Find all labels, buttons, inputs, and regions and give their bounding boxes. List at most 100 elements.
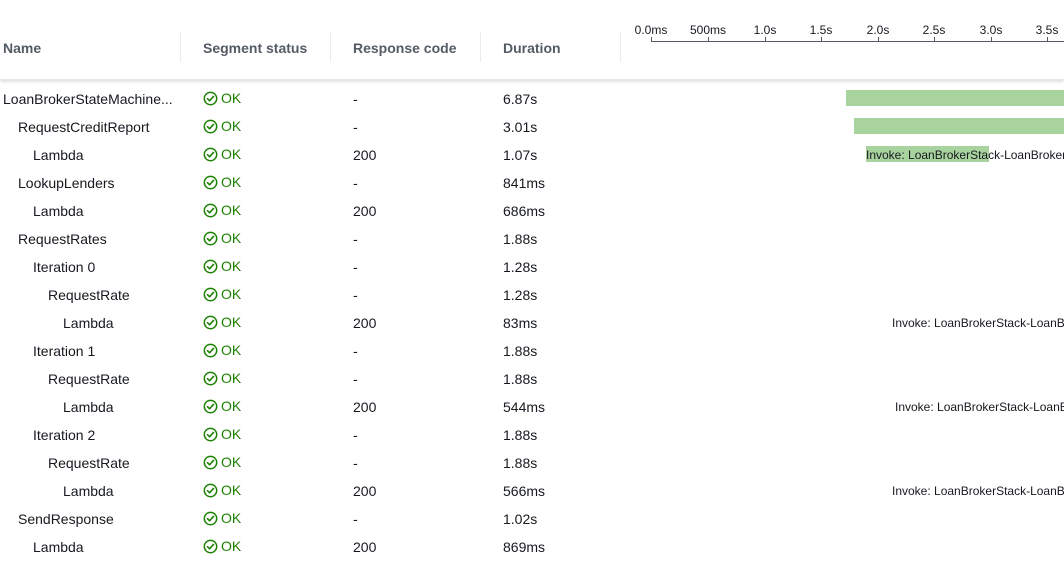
segment-status-label: OK <box>221 314 242 330</box>
segment-status-label: OK <box>221 146 242 162</box>
segment-status-label: OK <box>221 454 242 470</box>
segment-duration: 544ms <box>503 399 546 415</box>
timeline-tick <box>1047 37 1048 42</box>
column-divider[interactable] <box>180 32 181 62</box>
segment-name: LoanBrokerStateMachine... <box>3 91 173 107</box>
table-row[interactable]: Lambda OK 200 1.07s Invoke: LoanBrokerStack-… <box>0 140 1064 168</box>
table-row[interactable]: LookupLenders OK - 841ms <box>0 168 1064 196</box>
timeline-tick <box>878 37 879 42</box>
segment-status-label: OK <box>221 370 242 386</box>
segment-name: Lambda <box>63 483 114 499</box>
column-divider[interactable] <box>480 32 481 62</box>
segment-status: OK <box>203 146 241 162</box>
segment-duration: 566ms <box>503 483 546 499</box>
response-code: - <box>353 371 358 387</box>
table-row[interactable]: Lambda OK 200 869ms <box>0 532 1064 560</box>
segment-duration: 1.88s <box>503 371 538 387</box>
table-row[interactable]: Lambda OK 200 566ms Invoke: LoanBrokerStack-… <box>0 476 1064 504</box>
segment-status: OK <box>203 118 241 134</box>
check-circle-icon <box>203 539 218 553</box>
segment-name: Iteration 1 <box>33 343 96 359</box>
table-row[interactable]: Lambda OK 200 83ms Invoke: LoanBrokerStack-L… <box>0 308 1064 336</box>
table-row[interactable]: LoanBrokerStateMachine... OK - 6.87s <box>0 84 1064 112</box>
segment-name: Lambda <box>33 147 84 163</box>
segment-status: OK <box>203 398 241 414</box>
timeline-tick-label: 1.5s <box>809 23 833 37</box>
response-code: - <box>353 259 358 275</box>
segment-status-label: OK <box>221 510 242 526</box>
table-row[interactable]: Lambda OK 200 686ms <box>0 196 1064 224</box>
column-divider[interactable] <box>330 32 331 62</box>
timeline-tick-label: 3.5s <box>1035 23 1059 37</box>
segment-status: OK <box>203 538 241 554</box>
response-code: 200 <box>353 539 377 555</box>
response-code: - <box>353 427 358 443</box>
segment-duration: 1.88s <box>503 427 538 443</box>
response-code-column-header[interactable]: Response code <box>353 40 456 56</box>
table-row[interactable]: RequestRate OK - 1.88s <box>0 364 1064 392</box>
response-code: 200 <box>353 315 377 331</box>
segment-status: OK <box>203 258 241 274</box>
response-code: 200 <box>353 203 377 219</box>
table-row[interactable]: Lambda OK 200 544ms Invoke: LoanBrokerStack-… <box>0 392 1064 420</box>
segment-name: Lambda <box>63 399 114 415</box>
table-row[interactable]: RequestCreditReport OK - 3.01s <box>0 112 1064 140</box>
timeline-bar[interactable] <box>854 118 1064 134</box>
segment-status-label: OK <box>221 174 242 190</box>
table-row[interactable]: Iteration 0 OK - 1.28s <box>0 252 1064 280</box>
timeline-bar-label: Invoke: LoanBrokerStack-LoanB <box>892 316 1064 330</box>
timeline-bar[interactable] <box>846 90 1064 106</box>
timeline-tick-label: 2.5s <box>922 23 946 37</box>
segment-status: OK <box>203 202 241 218</box>
table-header: Name Segment status Response code Durati… <box>0 0 1064 80</box>
segment-status: OK <box>203 370 241 386</box>
segment-duration: 3.01s <box>503 119 538 135</box>
segment-status: OK <box>203 426 241 442</box>
timeline-tick <box>708 37 709 42</box>
column-divider[interactable] <box>620 32 621 62</box>
timeline-bar-label: Invoke: LoanBrokerStack-LoanE <box>895 400 1064 414</box>
segment-status-label: OK <box>221 398 242 414</box>
table-row[interactable]: RequestRate OK - 1.28s <box>0 280 1064 308</box>
check-circle-icon <box>203 371 218 385</box>
table-row[interactable]: RequestRate OK - 1.88s <box>0 448 1064 476</box>
name-column-header[interactable]: Name <box>3 40 41 56</box>
segment-duration: 1.28s <box>503 259 538 275</box>
segment-status: OK <box>203 342 241 358</box>
check-circle-icon <box>203 483 218 497</box>
segment-status-label: OK <box>221 202 242 218</box>
check-circle-icon <box>203 91 218 105</box>
timeline-tick-label: 0.0ms <box>634 23 668 37</box>
segment-duration: 869ms <box>503 539 546 555</box>
response-code: - <box>353 175 358 191</box>
check-circle-icon <box>203 119 218 133</box>
table-row[interactable]: SendResponse OK - 1.02s <box>0 504 1064 532</box>
response-code: - <box>353 343 358 359</box>
response-code: - <box>353 287 358 303</box>
response-code: - <box>353 119 358 135</box>
segment-status: OK <box>203 314 241 330</box>
table-row[interactable]: Iteration 1 OK - 1.88s <box>0 336 1064 364</box>
duration-column-header[interactable]: Duration <box>503 40 561 56</box>
segment-name: RequestCreditReport <box>18 119 150 135</box>
timeline-tick <box>821 37 822 42</box>
segment-name: Lambda <box>63 315 114 331</box>
segment-name: RequestRates <box>18 231 107 247</box>
table-row[interactable]: Iteration 2 OK - 1.88s <box>0 420 1064 448</box>
segment-name: LookupLenders <box>18 175 115 191</box>
check-circle-icon <box>203 315 218 329</box>
segment-status-column-header[interactable]: Segment status <box>203 40 307 56</box>
segment-status-label: OK <box>221 286 242 302</box>
segment-status-label: OK <box>221 426 242 442</box>
segment-status: OK <box>203 174 241 190</box>
table-row[interactable]: RequestRates OK - 1.88s <box>0 224 1064 252</box>
segment-duration: 686ms <box>503 203 546 219</box>
segment-name: SendResponse <box>18 511 114 527</box>
check-circle-icon <box>203 231 218 245</box>
timeline-tick <box>651 37 652 42</box>
segment-status-label: OK <box>221 118 242 134</box>
response-code: - <box>353 231 358 247</box>
segment-status-label: OK <box>221 482 242 498</box>
timeline-axis-line <box>651 41 1064 42</box>
response-code: - <box>353 511 358 527</box>
